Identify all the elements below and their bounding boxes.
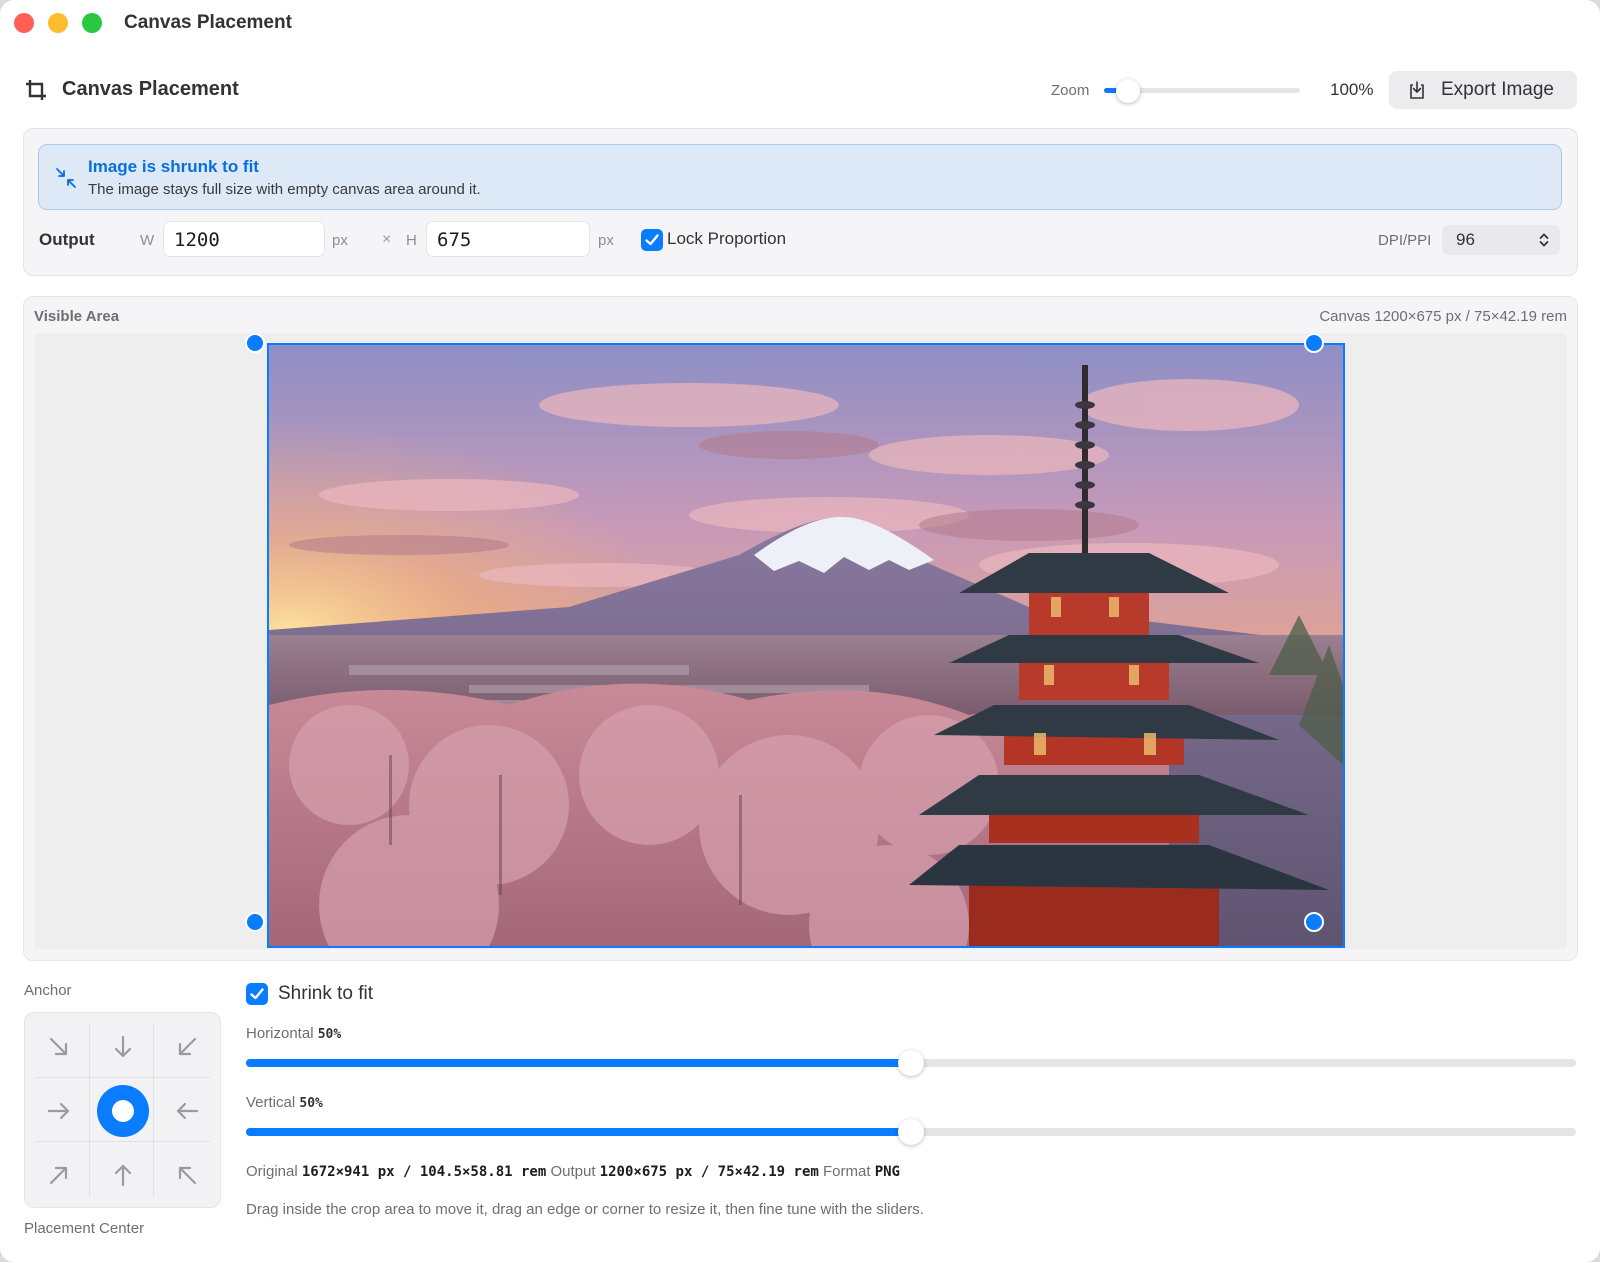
height-input[interactable]: 675 [426,221,590,257]
horizontal-label-text: Horizontal [246,1025,314,1042]
image-info-line: Original 1672×941 px / 104.5×58.81 rem O… [246,1163,900,1180]
visible-area-card: Visible Area Canvas 1200×675 px / 75×42.… [23,296,1578,961]
canvas-stage [34,333,1567,949]
zoom-value: 100% [1330,80,1374,99]
visible-area-label: Visible Area [34,308,120,325]
zoom-window-button[interactable] [82,13,102,33]
checkmark-icon [250,988,264,1000]
arrow-left-icon [176,1102,198,1119]
arrow-down-right-icon [49,1037,67,1055]
horizontal-value: 50% [317,1027,342,1042]
output-settings-card: Image is shrunk to fit The image stays f… [23,128,1578,276]
anchor-center[interactable] [91,1079,154,1142]
title-bar: Canvas Placement [0,0,1600,48]
anchor-top-left[interactable] [27,1015,90,1078]
vertical-slider-fill [246,1128,911,1136]
banner-title: Image is shrunk to fit [88,157,259,176]
export-icon [1410,81,1424,99]
anchor-bottom-right[interactable] [155,1143,218,1206]
center-dot-icon [96,1084,149,1137]
banner-subtitle: The image stays full size with empty can… [88,181,481,198]
shrink-status-banner: Image is shrunk to fit The image stays f… [38,144,1562,210]
original-label: Original [246,1163,298,1180]
chevron-up-down-icon [1539,233,1549,247]
vertical-value: 50% [299,1096,323,1111]
usage-hint: Drag inside the crop area to move it, dr… [246,1201,924,1218]
horizontal-slider-fill [246,1059,911,1067]
anchor-bottom-left[interactable] [27,1143,90,1206]
output-label: Output [39,230,95,249]
original-size: 1672×941 px / 104.5×58.81 rem [301,1164,547,1180]
shrink-to-fit-label[interactable]: Shrink to fit [278,983,373,1005]
format-label: Format [823,1163,871,1180]
dpi-label: DPI/PPI [1378,232,1432,249]
anchor-grid [24,1012,221,1208]
arrow-down-icon [114,1035,131,1057]
arrow-up-icon [114,1164,131,1186]
close-window-button[interactable] [14,13,34,33]
anchor-top-center[interactable] [91,1015,154,1078]
width-label: W [140,232,155,249]
anchor-middle-right[interactable] [155,1079,218,1142]
export-image-button[interactable]: Export Image [1389,71,1577,109]
output-info-label: Output [550,1163,596,1180]
anchor-bottom-center[interactable] [91,1143,154,1206]
shrink-arrows-icon [56,168,76,188]
width-unit-label: px [332,232,348,249]
arrow-right-icon [47,1102,69,1119]
landscape-photo [269,345,1343,946]
window-title: Canvas Placement [124,12,292,33]
height-unit-label: px [598,232,614,249]
placement-label: Placement Center [24,1220,145,1237]
crop-handle-top-left[interactable] [245,333,265,353]
lock-proportion-label[interactable]: Lock Proportion [667,229,786,249]
app-window: Canvas Placement Canvas Placement Zoom 1… [0,0,1600,1262]
vertical-label-text: Vertical [246,1094,296,1111]
toolbar: Canvas Placement Zoom 100% Export Image [24,71,1577,112]
dpi-select[interactable]: 96 [1442,225,1560,255]
zoom-slider-thumb[interactable] [1115,79,1140,103]
output-size: 1200×675 px / 75×42.19 rem [599,1164,819,1180]
width-input[interactable]: 1200 [163,221,325,257]
crop-handle-bottom-right[interactable] [1304,912,1324,932]
vertical-slider-thumb[interactable] [898,1119,924,1145]
shrink-to-fit-checkbox[interactable] [246,983,268,1005]
arrow-down-left-icon [178,1037,196,1055]
export-image-label: Export Image [1441,79,1554,100]
crop-handle-bottom-left[interactable] [245,912,265,932]
crop-icon [26,80,46,100]
dpi-value: 96 [1456,230,1475,249]
checkmark-icon [645,234,659,246]
zoom-slider[interactable] [1104,79,1300,103]
canvas-size-info: Canvas 1200×675 px / 75×42.19 rem [1319,308,1567,325]
horizontal-label: Horizontal 50% [246,1025,341,1042]
crop-handle-top-right[interactable] [1304,333,1324,353]
format-value: PNG [874,1164,900,1180]
horizontal-slider-thumb[interactable] [898,1050,924,1076]
lock-proportion-checkbox[interactable] [641,229,663,251]
vertical-label: Vertical 50% [246,1094,323,1111]
times-separator: × [382,231,392,248]
zoom-label: Zoom [1051,82,1090,99]
height-label: H [406,232,417,249]
page-title: Canvas Placement [62,78,239,100]
arrow-up-right-icon [49,1166,67,1184]
vertical-slider[interactable] [246,1119,1576,1145]
anchor-top-right[interactable] [155,1015,218,1078]
arrow-up-left-icon [178,1166,196,1184]
horizontal-slider[interactable] [246,1050,1576,1076]
minimize-window-button[interactable] [48,13,68,33]
crop-area[interactable] [267,343,1345,948]
anchor-label: Anchor [24,982,72,999]
anchor-middle-left[interactable] [27,1079,90,1142]
